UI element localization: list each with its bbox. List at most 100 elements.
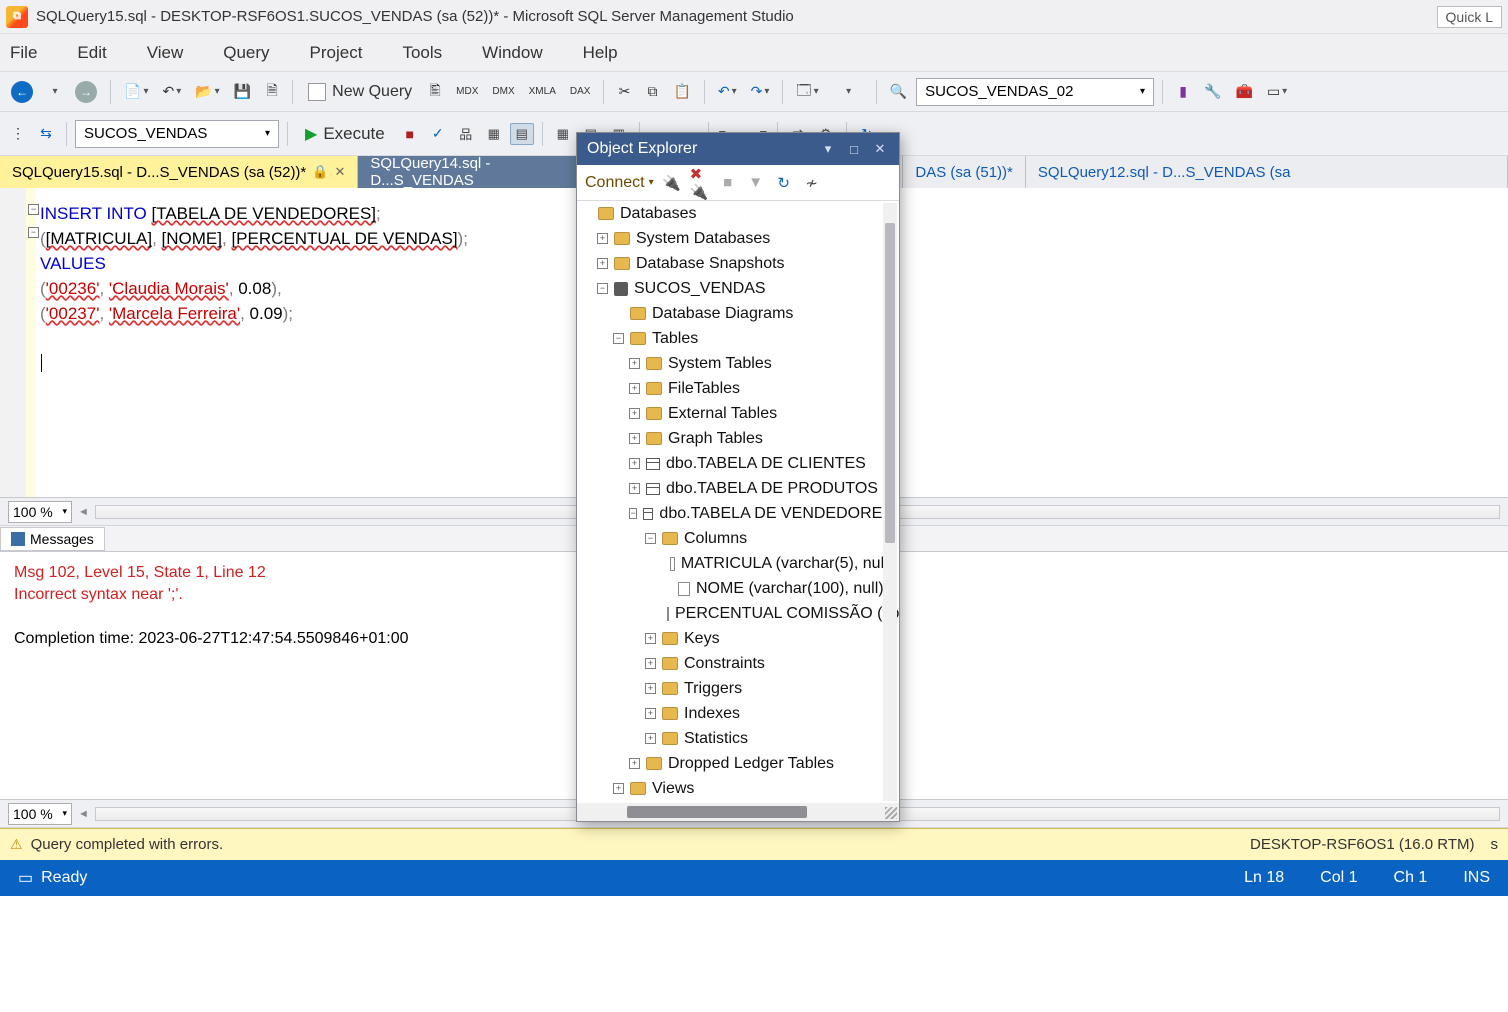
- expand-icon[interactable]: +: [645, 683, 656, 694]
- sql-code[interactable]: INSERT INTO [TABELA DE VENDEDORES]; ([MA…: [40, 202, 468, 375]
- close-icon[interactable]: ✕: [334, 164, 345, 180]
- fold-icon[interactable]: −: [28, 227, 39, 238]
- tree-node-columns[interactable]: −Columns: [577, 526, 899, 551]
- tree-node-col-percentual[interactable]: PERCENTUAL COMISSÃO (flo: [577, 601, 899, 626]
- window-dropdown-icon[interactable]: ▾: [819, 140, 837, 158]
- collapse-icon[interactable]: −: [645, 533, 656, 544]
- plan-button-3[interactable]: ▤: [510, 123, 534, 145]
- copy-button[interactable]: ⧉: [640, 78, 664, 106]
- tree-node-keys[interactable]: +Keys: [577, 626, 899, 651]
- connect-button[interactable]: Connect: [585, 174, 654, 192]
- plan-button-2[interactable]: ▦: [482, 123, 506, 145]
- tree-node-constraints[interactable]: +Constraints: [577, 651, 899, 676]
- tree-hscroll[interactable]: [577, 803, 899, 821]
- expand-icon[interactable]: +: [645, 733, 656, 744]
- script-button-1[interactable]: 🖺: [423, 78, 447, 106]
- tree-node-graph-tables[interactable]: +Graph Tables: [577, 426, 899, 451]
- tree-node-col-matricula[interactable]: MATRICULA (varchar(5), null): [577, 551, 899, 576]
- open-button[interactable]: 📂: [190, 78, 224, 106]
- tree-node-dropped-ledger[interactable]: +Dropped Ledger Tables: [577, 751, 899, 776]
- database-combo[interactable]: SUCOS_VENDAS▾: [75, 120, 279, 148]
- nav-forward-button[interactable]: →: [70, 78, 102, 106]
- ext-button-4[interactable]: ▭: [1262, 78, 1292, 106]
- connect-icon[interactable]: 🔌: [662, 173, 682, 193]
- save-button[interactable]: 💾: [229, 78, 256, 106]
- expand-icon[interactable]: +: [597, 258, 608, 269]
- mdx-button[interactable]: MDX: [451, 78, 483, 106]
- expand-icon[interactable]: +: [629, 433, 640, 444]
- menu-tools[interactable]: Tools: [402, 43, 442, 63]
- expand-icon[interactable]: +: [629, 483, 640, 494]
- tree-node-table-vendedores[interactable]: −dbo.TABELA DE VENDEDORES: [577, 501, 899, 526]
- expand-icon[interactable]: +: [629, 358, 640, 369]
- ext-button-3[interactable]: 🧰: [1231, 78, 1258, 106]
- tree-node-diagrams[interactable]: Database Diagrams: [577, 301, 899, 326]
- activity-icon[interactable]: ≁: [802, 173, 822, 193]
- cut-button[interactable]: ✂: [612, 78, 636, 106]
- tab-sqlquery15[interactable]: SQLQuery15.sql - D...S_VENDAS (sa (52))*…: [0, 156, 358, 188]
- tree-node-filetables[interactable]: +FileTables: [577, 376, 899, 401]
- plan-button-1[interactable]: 品: [454, 123, 478, 145]
- filter-icon[interactable]: ▼: [746, 173, 766, 193]
- thread-icon[interactable]: ⋮: [6, 120, 30, 148]
- expand-icon[interactable]: +: [629, 383, 640, 394]
- tree-node-snapshots[interactable]: +Database Snapshots: [577, 251, 899, 276]
- tab-sqlquery14[interactable]: SQLQuery14.sql - D...S_VENDAS: [358, 156, 582, 188]
- menu-query[interactable]: Query: [223, 43, 269, 63]
- object-explorer-titlebar[interactable]: Object Explorer ▾ □ ✕: [577, 133, 899, 165]
- xmla-button[interactable]: XMLA: [524, 78, 561, 106]
- tree-node-system-tables[interactable]: +System Tables: [577, 351, 899, 376]
- tab-sqlquery12[interactable]: SQLQuery12.sql - D...S_VENDAS (sa: [1026, 156, 1508, 188]
- zoom-combo[interactable]: 100 %▾: [8, 501, 72, 523]
- expand-icon[interactable]: +: [629, 458, 640, 469]
- disconnect-icon[interactable]: ✖🔌: [690, 173, 710, 193]
- resize-grip-icon[interactable]: [885, 807, 897, 819]
- redo-button[interactable]: ↷: [746, 78, 775, 106]
- tree-node-table-produtos[interactable]: +dbo.TABELA DE PRODUTOS: [577, 476, 899, 501]
- tree-node-indexes[interactable]: +Indexes: [577, 701, 899, 726]
- tab-partial-51[interactable]: DAS (sa (51))*: [902, 156, 1026, 188]
- object-explorer-tree[interactable]: Databases +System Databases +Database Sn…: [577, 201, 899, 803]
- expand-icon[interactable]: +: [645, 708, 656, 719]
- collapse-icon[interactable]: −: [629, 508, 637, 519]
- dmx-button[interactable]: DMX: [487, 78, 519, 106]
- find-button[interactable]: 🔍: [885, 78, 912, 106]
- new-item-button[interactable]: 📄: [119, 78, 153, 106]
- tree-node-table-clientes[interactable]: +dbo.TABELA DE CLIENTES: [577, 451, 899, 476]
- tree-node-tables[interactable]: −Tables: [577, 326, 899, 351]
- new-query-button[interactable]: New Query: [301, 78, 419, 106]
- save-all-button[interactable]: 🗎: [260, 78, 284, 106]
- result-grid-button[interactable]: ▦: [551, 123, 575, 145]
- change-connection-button[interactable]: ⇆: [34, 120, 58, 148]
- menu-edit[interactable]: Edit: [77, 43, 106, 63]
- solution-platform[interactable]: [828, 78, 868, 106]
- nav-back-button[interactable]: ←: [6, 78, 38, 106]
- menu-view[interactable]: View: [147, 43, 184, 63]
- expand-icon[interactable]: +: [645, 633, 656, 644]
- dax-button[interactable]: DAX: [565, 78, 596, 106]
- nav-back-dropdown[interactable]: [42, 78, 66, 106]
- menu-help[interactable]: Help: [583, 43, 618, 63]
- menu-file[interactable]: File: [10, 43, 37, 63]
- expand-icon[interactable]: +: [613, 783, 624, 794]
- tree-node-views[interactable]: +Views: [577, 776, 899, 801]
- quick-launch-input[interactable]: Quick L: [1437, 6, 1502, 28]
- execute-button[interactable]: ▶Execute: [296, 120, 394, 148]
- collapse-icon[interactable]: −: [613, 333, 624, 344]
- collapse-icon[interactable]: −: [597, 283, 608, 294]
- tree-node-statistics[interactable]: +Statistics: [577, 726, 899, 751]
- expand-icon[interactable]: +: [629, 758, 640, 769]
- tree-node-databases[interactable]: Databases: [577, 201, 899, 226]
- tree-node-col-nome[interactable]: NOME (varchar(100), null): [577, 576, 899, 601]
- parse-button[interactable]: ✓: [426, 120, 450, 148]
- stop-button[interactable]: ■: [398, 120, 422, 148]
- solution-config-button[interactable]: 🗔: [791, 78, 823, 106]
- ext-button-2[interactable]: 🔧: [1199, 78, 1226, 106]
- ext-button-1[interactable]: ▮: [1171, 78, 1195, 106]
- undo-button[interactable]: ↶: [713, 78, 742, 106]
- zoom-combo[interactable]: 100 %▾: [8, 803, 72, 825]
- refresh-icon[interactable]: ↻: [774, 173, 794, 193]
- open-recent-button[interactable]: ↶: [157, 78, 186, 106]
- tree-node-external-tables[interactable]: +External Tables: [577, 401, 899, 426]
- fold-icon[interactable]: −: [28, 204, 39, 215]
